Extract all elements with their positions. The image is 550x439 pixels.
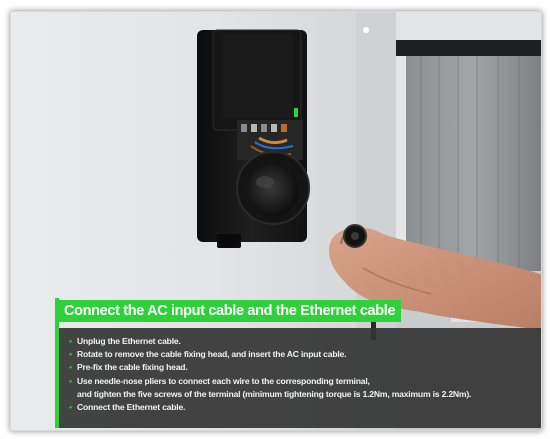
step-2: • Rotate to remove the cable fixing head,… — [69, 348, 541, 361]
bullet-icon: • — [69, 362, 72, 373]
bullet-icon: • — [69, 349, 72, 360]
bullet-icon: • — [69, 375, 72, 386]
charger-mount — [217, 234, 241, 248]
bullet-icon: • — [69, 401, 72, 412]
curtain — [406, 56, 541, 271]
status-light — [294, 108, 298, 117]
bullet-icon: • — [69, 336, 72, 346]
photo-frame: Connect the AC input cable and the Ether… — [10, 11, 542, 431]
step-3: • Pre-fix the cable fixing head. — [69, 361, 541, 374]
cable-fixing-head-hole — [351, 232, 359, 240]
caption-panel: • Unplug the Ethernet cable. • Rotate to r… — [59, 328, 541, 428]
step-text: Pre-fix the cable fixing head. — [77, 362, 188, 373]
cable-fixing-dome — [247, 164, 299, 216]
instruction-steps: • Unplug the Ethernet cable. • Rotate to r… — [59, 328, 541, 414]
step-4-continued: and tighten the five screws of the termi… — [69, 388, 541, 401]
ceiling-light — [363, 27, 369, 33]
step-text: Connect the Ethernet cable. — [77, 401, 186, 412]
step-5: • Connect the Ethernet cable. — [69, 401, 541, 414]
instruction-caption: Connect the AC input cable and the Ether… — [55, 298, 541, 428]
step-4: • Use needle-nose pliers to connect each … — [69, 375, 541, 388]
step-text: Unplug the Ethernet cable. — [77, 336, 181, 346]
window-frame — [396, 40, 541, 56]
step-1: • Unplug the Ethernet cable. — [69, 335, 541, 348]
caption-title: Connect the AC input cable and the Ether… — [59, 300, 402, 322]
step-text: Use needle-nose pliers to connect each w… — [77, 375, 370, 386]
step-text: and tighten the five screws of the termi… — [77, 388, 472, 399]
step-text: Rotate to remove the cable fixing head, … — [77, 349, 347, 360]
dome-highlight — [256, 176, 274, 188]
charger-display — [223, 34, 293, 119]
